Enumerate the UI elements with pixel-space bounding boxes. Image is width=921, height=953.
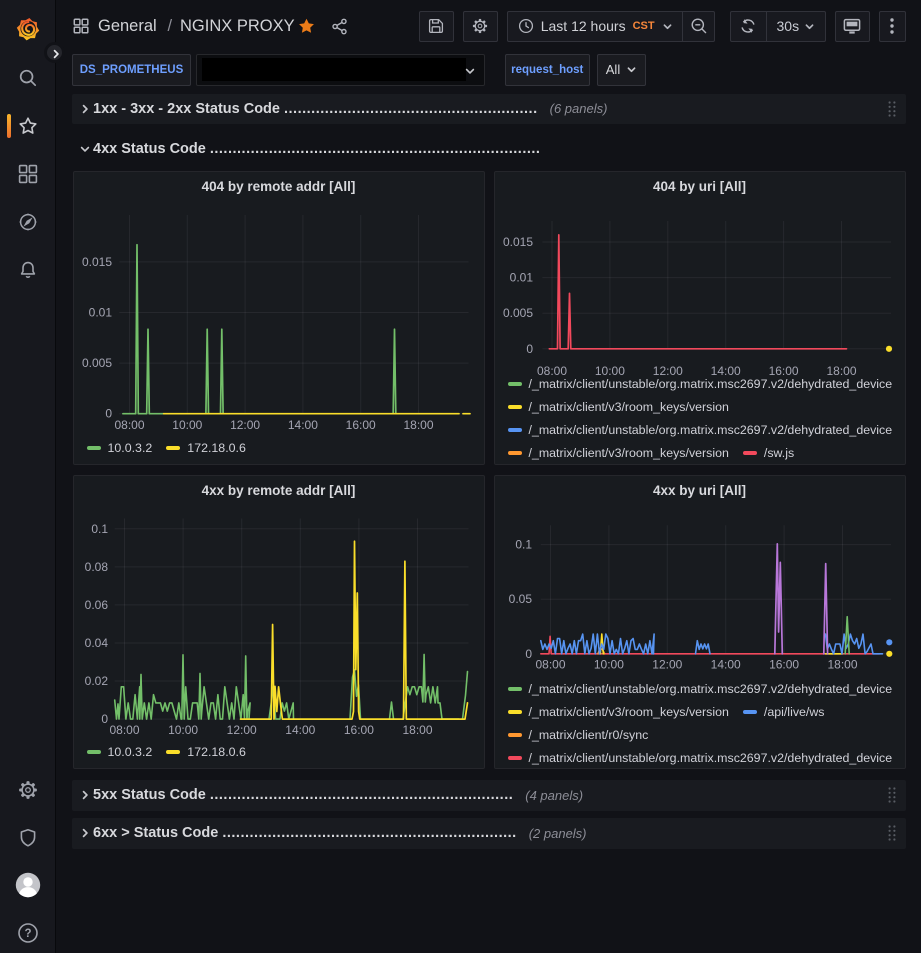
- svg-text:14:00: 14:00: [287, 418, 317, 432]
- svg-text:10:00: 10:00: [593, 657, 623, 671]
- svg-text:0.1: 0.1: [91, 521, 108, 535]
- svg-text:14:00: 14:00: [285, 723, 315, 737]
- svg-text:14:00: 14:00: [710, 657, 740, 671]
- svg-text:18:00: 18:00: [402, 723, 432, 737]
- svg-text:12:00: 12:00: [652, 657, 682, 671]
- svg-text:0: 0: [101, 712, 108, 726]
- svg-text:16:00: 16:00: [345, 418, 375, 432]
- svg-text:0.1: 0.1: [515, 537, 532, 551]
- svg-text:0.01: 0.01: [509, 271, 533, 285]
- svg-text:10:00: 10:00: [172, 418, 202, 432]
- svg-text:0.04: 0.04: [84, 636, 108, 650]
- svg-text:?: ?: [24, 928, 31, 940]
- svg-text:18:00: 18:00: [827, 657, 857, 671]
- svg-text:08:00: 08:00: [114, 418, 144, 432]
- svg-text:12:00: 12:00: [230, 418, 260, 432]
- svg-text:10:00: 10:00: [168, 723, 198, 737]
- svg-text:08:00: 08:00: [109, 723, 139, 737]
- svg-text:0.005: 0.005: [81, 356, 111, 370]
- svg-text:0.06: 0.06: [84, 597, 108, 611]
- svg-text:0.015: 0.015: [502, 235, 532, 249]
- svg-text:08:00: 08:00: [535, 657, 565, 671]
- svg-text:18:00: 18:00: [403, 418, 433, 432]
- svg-text:0: 0: [525, 646, 532, 660]
- svg-text:0.005: 0.005: [502, 306, 532, 320]
- svg-text:0: 0: [526, 342, 533, 356]
- svg-text:0.01: 0.01: [88, 306, 112, 320]
- svg-text:12:00: 12:00: [226, 723, 256, 737]
- svg-text:0: 0: [105, 407, 112, 421]
- svg-text:0.08: 0.08: [84, 559, 108, 573]
- svg-text:16:00: 16:00: [769, 657, 799, 671]
- svg-text:0.05: 0.05: [508, 592, 532, 606]
- svg-text:0.02: 0.02: [84, 674, 108, 688]
- svg-text:16:00: 16:00: [343, 723, 373, 737]
- svg-text:0.015: 0.015: [81, 255, 111, 269]
